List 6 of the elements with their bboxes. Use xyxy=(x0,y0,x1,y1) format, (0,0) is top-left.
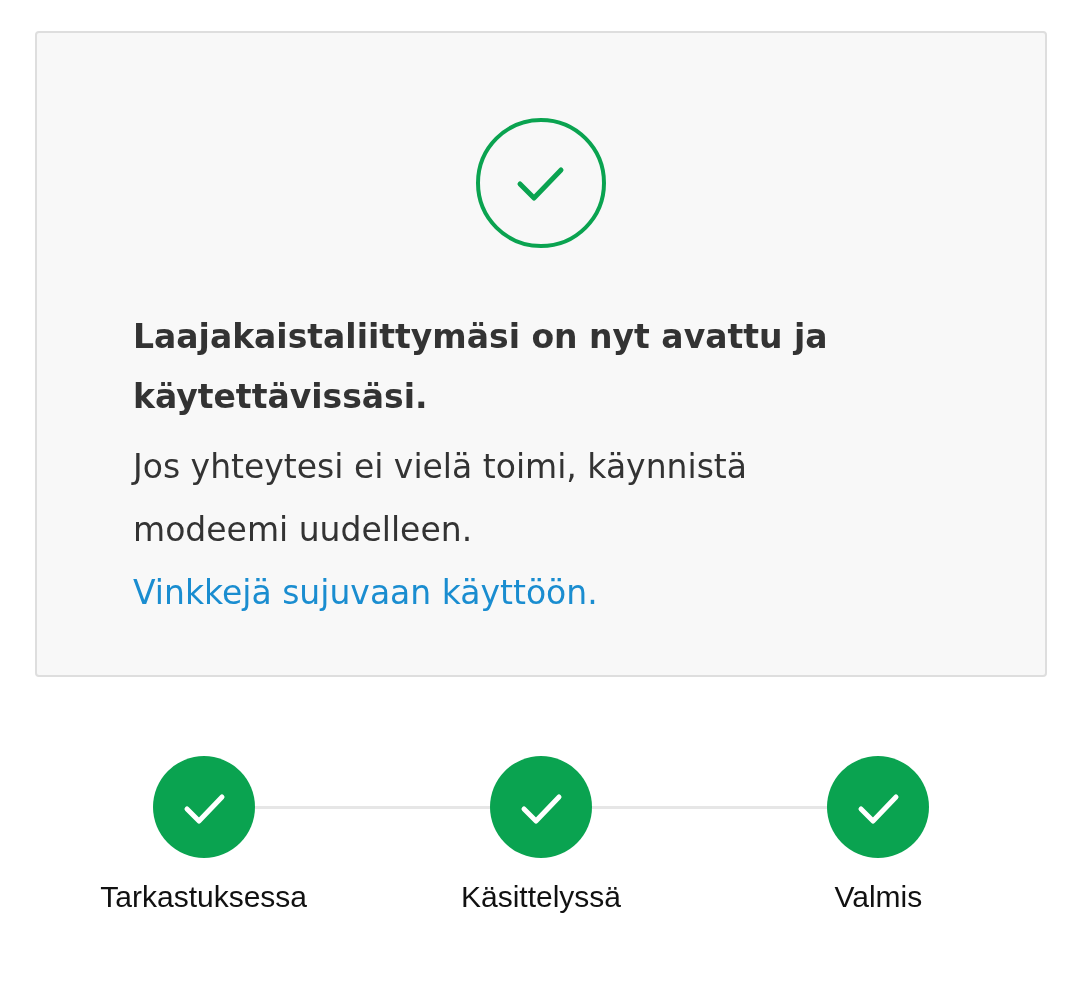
confirmation-message: Jos yhteytesi ei vielä toimi, käynnistä modeemi uudelleen. Vinkkejä sujuvaan käyttöön. xyxy=(133,446,748,614)
tips-link[interactable]: Vinkkejä sujuvaan käyttöön. xyxy=(133,573,598,612)
step-label: Valmis xyxy=(834,880,923,914)
step-label: Tarkastuksessa xyxy=(100,880,308,914)
confirmation-heading: Laajakaistaliittymäsi on nyt avattu ja käytettävissäsi. xyxy=(133,316,829,418)
step-label: Käsittelyssä xyxy=(460,880,622,914)
